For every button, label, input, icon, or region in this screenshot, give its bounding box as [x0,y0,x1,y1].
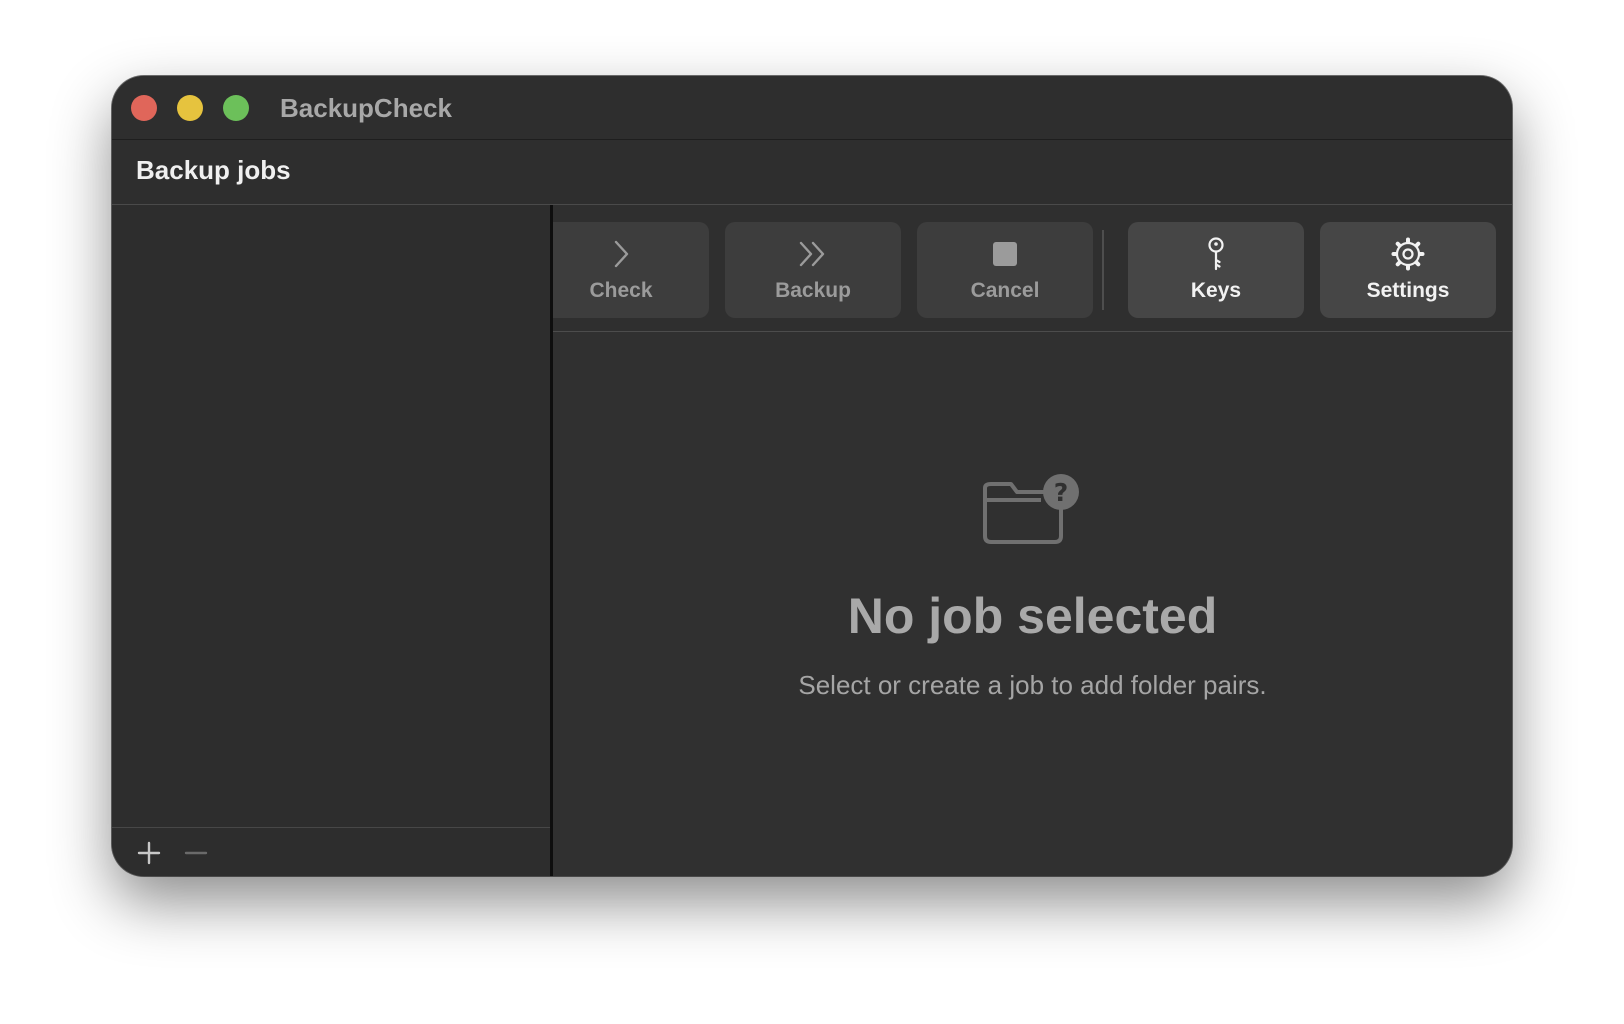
empty-state-title: No job selected [847,588,1218,644]
sidebar-header-bar: Backup jobs [112,140,1512,205]
zoom-window-button[interactable] [223,95,249,121]
job-list-sidebar[interactable] [112,205,550,876]
plus-icon [137,841,161,865]
add-job-button[interactable] [136,840,162,866]
minimize-window-button[interactable] [177,95,203,121]
detail-pane: ? No job selected Select or create a job… [553,332,1512,876]
check-button-label: Check [589,279,653,302]
gear-icon [1391,237,1425,271]
check-button[interactable]: Check [553,222,709,318]
folder-question-icon: ? [983,474,1079,544]
toolbar: Check Backup Cancel Keys Settings [553,205,1512,331]
toolbar-separator [1102,230,1104,310]
sidebar-title: Backup jobs [136,155,291,185]
keys-button-label: Keys [1190,279,1242,302]
cancel-button-label: Cancel [970,279,1040,302]
title-bar: BackupCheck [112,76,1512,140]
app-window: BackupCheck Backup jobs Check Backup Can… [112,76,1512,876]
svg-text:?: ? [1054,478,1069,507]
settings-button[interactable]: Settings [1320,222,1496,318]
double-chevron-right-icon [799,241,825,267]
backup-button-label: Backup [775,279,851,302]
cancel-button[interactable]: Cancel [917,222,1093,318]
settings-button-label: Settings [1366,279,1450,302]
backup-button[interactable]: Backup [725,222,901,318]
empty-state-subtitle: Select or create a job to add folder pai… [798,670,1267,700]
key-icon [1208,237,1224,271]
chevron-right-icon [614,240,629,268]
minus-icon [184,851,208,855]
keys-button[interactable]: Keys [1128,222,1304,318]
sidebar-footer [112,827,550,876]
window-title: BackupCheck [280,93,452,123]
remove-job-button[interactable] [183,840,209,866]
close-window-button[interactable] [131,95,157,121]
stop-square-icon [993,242,1017,266]
